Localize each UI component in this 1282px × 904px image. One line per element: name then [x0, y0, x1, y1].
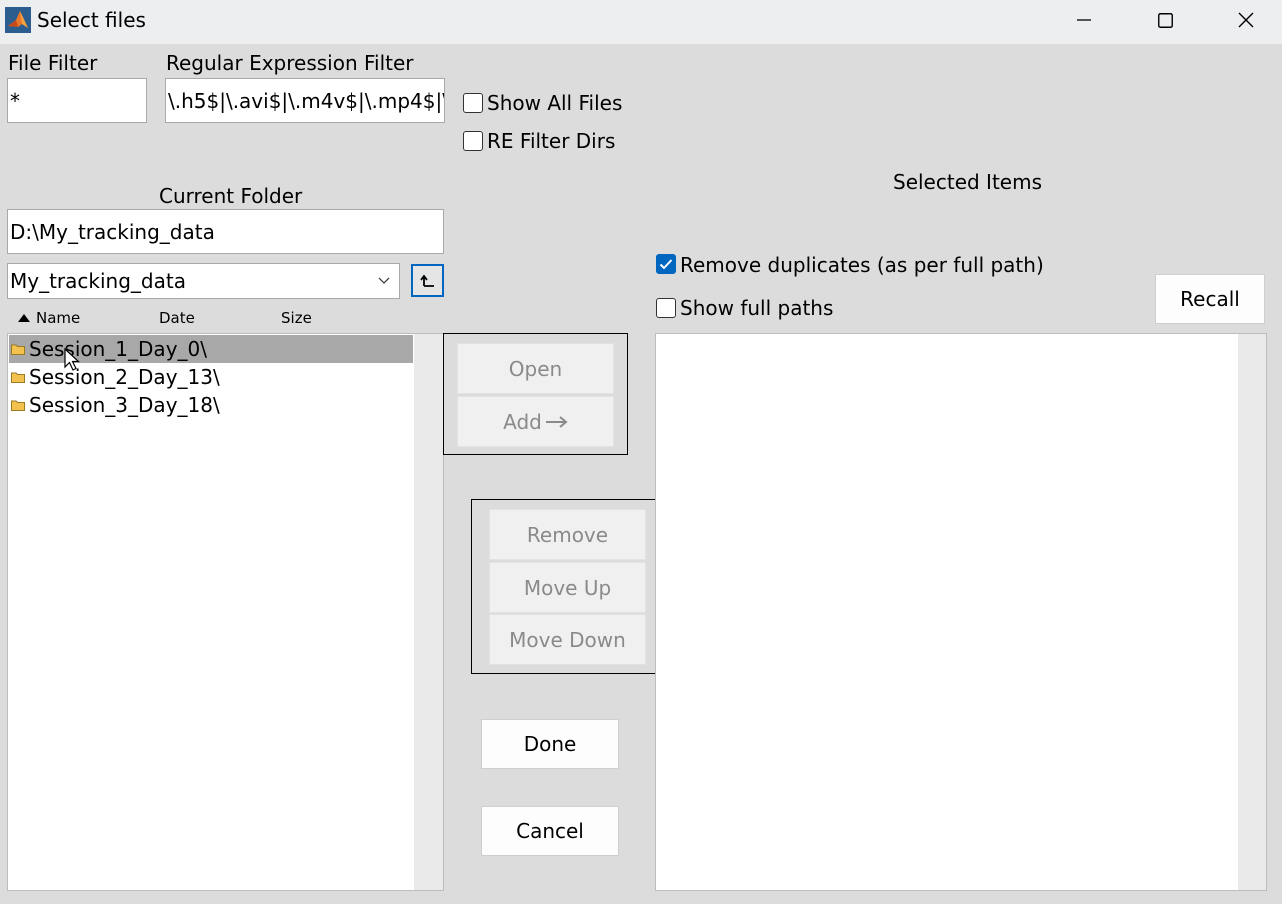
done-button[interactable]: Done — [481, 719, 619, 769]
cancel-button[interactable]: Cancel — [481, 806, 619, 856]
arrow-right-icon — [545, 415, 568, 428]
regex-filter-input[interactable]: \.h5$|\.avi$|\.m4v$|\.mp4$|\.tif — [165, 78, 445, 123]
close-icon — [1238, 12, 1254, 28]
sort-ascending-icon — [18, 314, 30, 322]
close-button[interactable] — [1206, 0, 1282, 40]
folder-dropdown-value: My_tracking_data — [10, 269, 186, 293]
minimize-button[interactable] — [1044, 0, 1124, 40]
chevron-down-icon — [378, 277, 390, 284]
column-header-size[interactable]: Size — [281, 309, 312, 327]
show-full-paths-label: Show full paths — [680, 296, 834, 320]
list-item[interactable]: Session_3_Day_18\ — [9, 391, 413, 419]
folder-up-button[interactable] — [411, 264, 444, 297]
maximize-icon — [1157, 12, 1173, 28]
folder-icon — [11, 344, 25, 355]
file-filter-label: File Filter — [8, 51, 98, 75]
folder-up-icon — [419, 274, 434, 287]
mouse-cursor-icon — [64, 348, 80, 371]
column-header-name[interactable]: Name — [36, 309, 80, 327]
show-all-files-checkbox[interactable] — [463, 93, 483, 113]
regex-filter-label: Regular Expression Filter — [166, 51, 414, 75]
minimize-icon — [1077, 19, 1091, 21]
add-button[interactable]: Add — [457, 396, 614, 447]
remove-duplicates-label: Remove duplicates (as per full path) — [680, 253, 1044, 277]
maximize-button[interactable] — [1125, 0, 1205, 40]
list-item-label: Session_2_Day_13\ — [29, 365, 220, 389]
re-filter-dirs-checkbox[interactable] — [463, 131, 483, 151]
window-title: Select files — [37, 8, 146, 32]
selected-items-list[interactable] — [655, 333, 1267, 891]
file-list-scrollbar[interactable] — [414, 334, 443, 890]
show-all-files-label: Show All Files — [487, 91, 623, 115]
folder-dropdown[interactable]: My_tracking_data — [7, 263, 400, 299]
selected-list-scrollbar[interactable] — [1238, 334, 1266, 890]
open-button[interactable]: Open — [457, 343, 614, 394]
selected-items-title: Selected Items — [893, 170, 1043, 194]
current-folder-label: Current Folder — [159, 184, 303, 208]
checkmark-icon — [659, 259, 673, 270]
re-filter-dirs-label: RE Filter Dirs — [487, 129, 616, 153]
move-up-button[interactable]: Move Up — [489, 562, 646, 613]
folder-icon — [11, 400, 25, 411]
current-folder-input[interactable]: D:\My_tracking_data — [7, 209, 444, 254]
title-bar: Select files — [0, 0, 1282, 44]
list-item-label: Session_3_Day_18\ — [29, 393, 220, 417]
list-item-label: Session_1_Day_0\ — [29, 337, 207, 361]
add-button-label: Add — [503, 409, 542, 434]
column-header-date[interactable]: Date — [159, 309, 195, 327]
file-list[interactable]: Session_1_Day_0\ Session_2_Day_13\ Sessi… — [7, 333, 444, 891]
folder-icon — [11, 372, 25, 383]
file-filter-input[interactable]: * — [7, 78, 147, 123]
move-down-button[interactable]: Move Down — [489, 614, 646, 665]
remove-duplicates-checkbox[interactable] — [656, 254, 676, 274]
matlab-icon — [5, 7, 31, 33]
recall-button[interactable]: Recall — [1155, 274, 1265, 324]
show-full-paths-checkbox[interactable] — [656, 298, 676, 318]
remove-button[interactable]: Remove — [489, 509, 646, 560]
